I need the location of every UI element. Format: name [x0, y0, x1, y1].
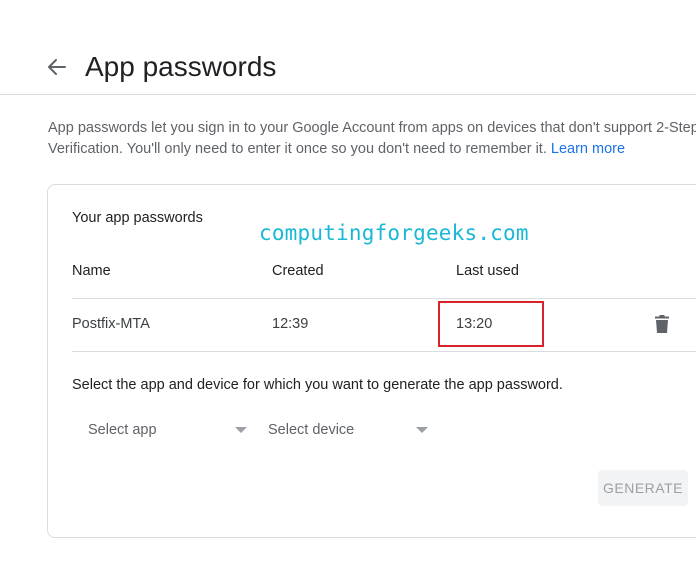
table-divider — [72, 351, 696, 352]
dropdown-caret-icon — [416, 427, 428, 433]
section-title: Your app passwords — [72, 210, 203, 226]
back-button[interactable] — [42, 52, 72, 82]
select-app-label: Select app — [88, 422, 157, 438]
row-name: Postfix-MTA — [72, 316, 150, 332]
page-header: App passwords — [0, 0, 696, 95]
generate-button[interactable]: GENERATE — [598, 470, 688, 506]
trash-icon — [655, 315, 669, 333]
intro-line-2-text: Verification. You'll only need to enter … — [48, 141, 551, 157]
generate-prompt: Select the app and device for which you … — [72, 377, 563, 393]
page-title: App passwords — [85, 51, 277, 82]
learn-more-link[interactable]: Learn more — [551, 141, 625, 157]
select-device-label: Select device — [268, 422, 355, 438]
table-divider — [72, 298, 696, 299]
dropdown-caret-icon — [235, 427, 247, 433]
arrow-left-icon — [48, 59, 66, 75]
select-device-dropdown[interactable]: Select device — [252, 413, 432, 447]
column-header-last-used: Last used — [456, 263, 519, 279]
column-header-name: Name — [72, 263, 111, 279]
delete-button[interactable] — [650, 312, 674, 336]
column-header-created: Created — [272, 263, 324, 279]
intro-text: App passwords let you sign in to your Go… — [48, 118, 696, 160]
app-passwords-page: App passwords App passwords let you sign… — [0, 0, 696, 581]
highlight-annotation-box — [438, 301, 544, 347]
row-created: 12:39 — [272, 316, 309, 332]
watermark-text: computingforgeeks.com — [259, 221, 529, 245]
intro-line-1: App passwords let you sign in to your Go… — [48, 120, 696, 136]
intro-line-2: Verification. You'll only need to enter … — [48, 139, 696, 160]
select-app-dropdown[interactable]: Select app — [72, 413, 252, 447]
